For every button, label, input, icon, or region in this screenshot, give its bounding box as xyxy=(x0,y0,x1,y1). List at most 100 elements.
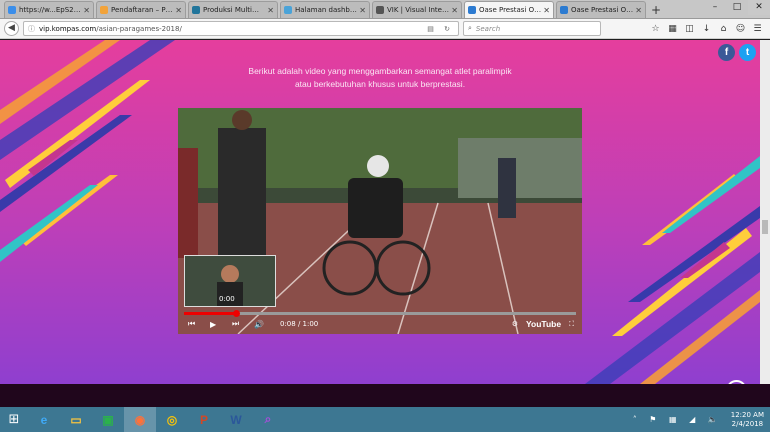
intro-line-1: Berikut adalah video yang menggambarkan … xyxy=(248,66,512,76)
taskbar-app-chrome-icon[interactable]: ◎ xyxy=(156,407,188,432)
taskbar-app-internet-explorer-icon[interactable]: e xyxy=(28,407,60,432)
download-icon[interactable]: ↓ xyxy=(698,24,715,34)
tab-strip: https://w...EpS27pil✕ Pendaftaran – Pus.… xyxy=(0,0,770,19)
menu-icon[interactable]: ☰ xyxy=(749,24,766,34)
search-input[interactable]: ⌕ Search xyxy=(463,21,601,36)
browser-tab[interactable]: Oase Prestasi Ola... ✕ xyxy=(464,1,554,18)
next-icon[interactable]: ⏭ xyxy=(232,319,254,329)
tab-close-icon[interactable]: ✕ xyxy=(635,6,642,15)
video-preview-thumbnail[interactable]: 0:00 xyxy=(184,255,276,307)
home-icon[interactable]: ⌂ xyxy=(715,24,732,34)
athlete-helmet xyxy=(367,155,389,177)
left-stripes xyxy=(0,40,175,262)
minimize-button[interactable]: – xyxy=(704,0,726,15)
browser-tab[interactable]: Oase Prestasi Ola... ✕ xyxy=(556,1,646,18)
tray-icons[interactable]: ˄ ⚑ ▦ ◢ 🔈 xyxy=(633,415,723,424)
address-bar[interactable]: ⓘ vip.kompas.com/asian-paragames-2018/ ▤… xyxy=(23,21,459,36)
windows-start-icon[interactable]: ⊞ xyxy=(0,407,28,432)
tab-close-icon[interactable]: ✕ xyxy=(543,6,550,15)
tab-favicon-icon xyxy=(8,6,16,14)
intro-text: Berikut adalah video yang menggambarkan … xyxy=(180,65,580,91)
right-stripes xyxy=(585,156,760,384)
background-runner xyxy=(498,158,516,218)
tab-close-icon[interactable]: ✕ xyxy=(359,6,366,15)
close-window-button[interactable]: ✕ xyxy=(748,0,770,15)
browser-tab[interactable]: https://w...EpS27pil ✕ xyxy=(4,1,94,18)
url-text[interactable]: vip.kompas.com/asian-paragames-2018/ xyxy=(39,25,427,33)
page-footer xyxy=(0,384,770,407)
previous-icon[interactable]: ⏮ xyxy=(188,319,210,329)
video-controls-right: ⚙ YouTube ⛶ xyxy=(512,319,574,329)
reading-list-icon[interactable]: ▦ xyxy=(664,24,681,34)
standing-person xyxy=(218,128,266,258)
browser-tab[interactable]: Pendaftaran – Pus...✕ xyxy=(96,1,186,18)
clock-date: 2/4/2018 xyxy=(731,419,764,428)
tab-close-icon[interactable]: ✕ xyxy=(83,6,90,15)
tab-title: Pendaftaran – Pus... xyxy=(111,6,174,14)
maximize-button[interactable]: □ xyxy=(726,0,748,15)
tab-title: Oase Prestasi Ola... xyxy=(479,6,542,14)
video-player[interactable]: 0:00 ⏮ ▶ ⏭ 🔊 0:08 / 1:00 ⚙ YouTube ⛶ xyxy=(178,108,582,334)
tab-favicon-icon xyxy=(468,6,476,14)
browser-tab[interactable]: Produksi Multime... ✕ xyxy=(188,1,278,18)
taskbar-app-store-icon[interactable]: ▣ xyxy=(92,407,124,432)
video-progress-bar[interactable] xyxy=(184,310,576,317)
taskbar-app-powerpoint-icon[interactable]: P xyxy=(188,407,220,432)
volume-icon[interactable]: 🔊 xyxy=(254,320,276,329)
toolbar-icons: ☆ ▦ ◫ ↓ ⌂ ☺ ☰ xyxy=(647,24,766,34)
tab-title: Produksi Multime... xyxy=(203,6,266,14)
tab-title: Halaman dashboa... xyxy=(295,6,357,14)
tab-close-icon[interactable]: ✕ xyxy=(451,6,458,15)
new-tab-button[interactable]: + xyxy=(648,3,664,18)
standing-person-head xyxy=(232,110,252,130)
taskbar-app-file-explorer-icon[interactable]: ▭ xyxy=(60,407,92,432)
page-content: f t Berikut adalah video yang menggambar… xyxy=(0,40,760,384)
pocket-icon[interactable]: ◫ xyxy=(681,24,698,34)
video-time: 0:08 / 1:00 xyxy=(280,320,319,328)
youtube-logo[interactable]: YouTube xyxy=(526,319,561,329)
page-scrollbar[interactable] xyxy=(760,40,770,384)
search-icon: ⌕ xyxy=(468,24,472,32)
search-placeholder: Search xyxy=(475,24,501,33)
taskbar-app-word-icon[interactable]: W xyxy=(220,407,252,432)
tab-favicon-icon xyxy=(376,6,384,14)
settings-gear-icon[interactable]: ⚙ xyxy=(512,320,518,328)
tab-close-icon[interactable]: ✕ xyxy=(267,6,274,15)
tab-favicon-icon xyxy=(192,6,200,14)
site-info-icon[interactable]: ⓘ xyxy=(28,24,35,34)
preview-time: 0:00 xyxy=(219,295,235,303)
taskbar-app-firefox-icon[interactable]: ◉ xyxy=(124,407,156,432)
taskbar-app-search-icon[interactable]: ⌕ xyxy=(252,407,284,432)
play-icon[interactable]: ▶ xyxy=(210,320,232,329)
url-tools-icon[interactable]: ▤ ↻ xyxy=(427,25,454,33)
twitter-share-button[interactable]: t xyxy=(739,44,756,61)
tab-favicon-icon xyxy=(560,6,568,14)
system-tray: ˄ ⚑ ▦ ◢ 🔈 12:20 AM 2/4/2018 xyxy=(633,411,770,429)
smiley-feedback-icon[interactable]: ☺ xyxy=(732,24,749,34)
browser-tab[interactable]: Halaman dashboa...✕ xyxy=(280,1,370,18)
browser-tab[interactable]: VIK | Visual Interaktif K...✕ xyxy=(372,1,462,18)
tab-title: VIK | Visual Interaktif K... xyxy=(387,6,450,14)
url-path: /asian-paragames-2018/ xyxy=(96,24,182,33)
back-button[interactable]: ◀ xyxy=(4,21,19,36)
window-controls: – □ ✕ xyxy=(704,0,770,15)
intro-line-2: atau berkebutuhan khusus untuk berpresta… xyxy=(294,79,466,89)
scrollbar-thumb[interactable] xyxy=(762,220,768,234)
tab-title: Oase Prestasi Ola... xyxy=(571,6,634,14)
tab-favicon-icon xyxy=(284,6,292,14)
tab-title: https://w...EpS27pil xyxy=(19,6,82,14)
video-progress-played xyxy=(184,312,237,315)
person-edge xyxy=(178,148,198,258)
wheelchair-athlete xyxy=(348,178,403,238)
clock-time: 12:20 AM xyxy=(730,410,764,419)
building xyxy=(458,138,582,198)
url-domain: vip.kompas.com xyxy=(39,24,97,33)
tab-favicon-icon xyxy=(100,6,108,14)
bookmark-star-icon[interactable]: ☆ xyxy=(647,24,664,34)
facebook-share-button[interactable]: f xyxy=(718,44,735,61)
fullscreen-icon[interactable]: ⛶ xyxy=(569,320,574,329)
tab-close-icon[interactable]: ✕ xyxy=(175,6,182,15)
clock[interactable]: 12:20 AM 2/4/2018 xyxy=(731,411,764,429)
windows-taskbar: ⊞ e ▭ ▣ ◉ ◎ P W ⌕ ˄ ⚑ ▦ ◢ 🔈 12:20 AM 2/4… xyxy=(0,407,770,432)
video-controls: ⏮ ▶ ⏭ 🔊 0:08 / 1:00 ⚙ YouTube ⛶ xyxy=(188,319,574,329)
